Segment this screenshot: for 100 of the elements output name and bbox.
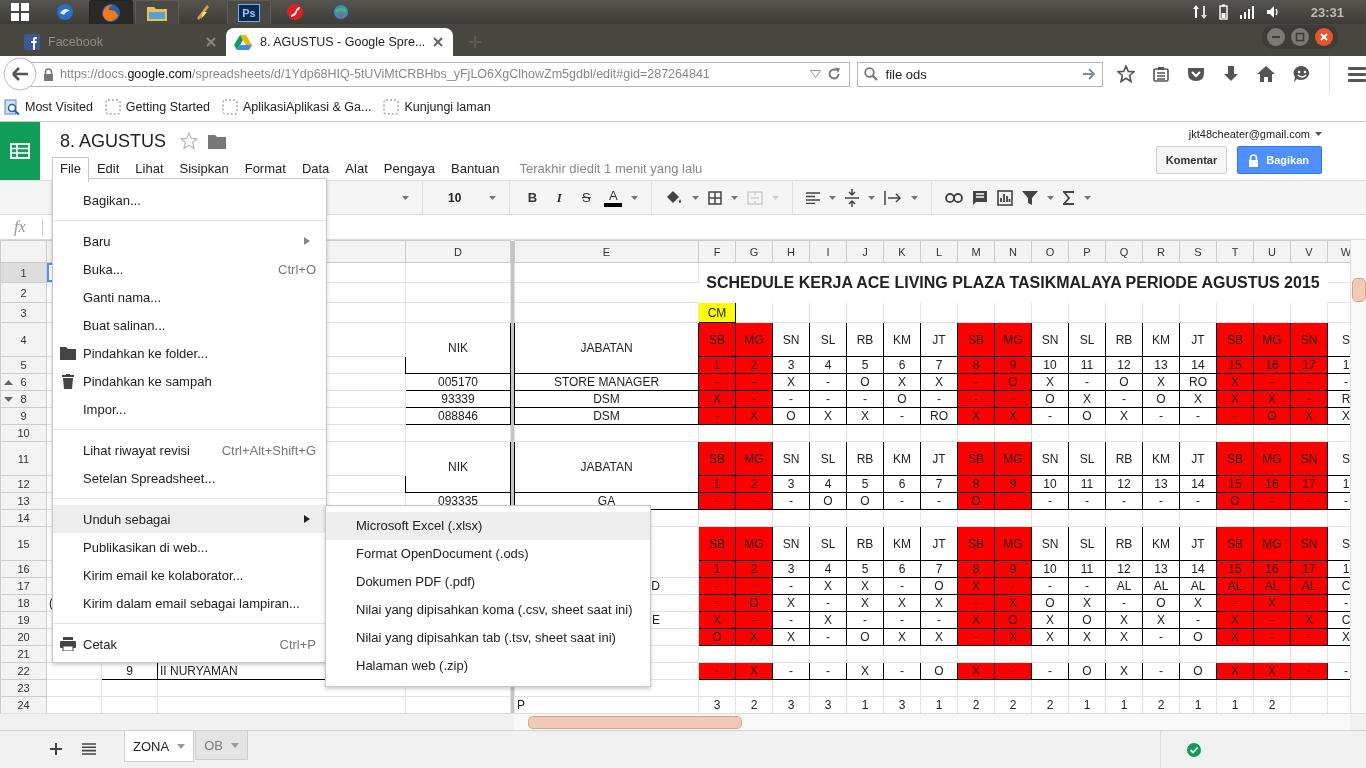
menu-bar-item[interactable]: Pengaya bbox=[375, 157, 444, 180]
document-title[interactable]: 8. AGUSTUS bbox=[60, 130, 167, 152]
menu-item[interactable]: Nilai yang dipisahkan tab (.tsv, sheet saat ini) bbox=[326, 624, 650, 652]
link-icon[interactable] bbox=[945, 192, 964, 203]
sheet-tab[interactable]: OB bbox=[195, 731, 248, 760]
column-header[interactable]: E bbox=[514, 240, 699, 263]
caret-icon[interactable] bbox=[177, 743, 186, 749]
column-header[interactable]: H bbox=[772, 240, 810, 263]
caret-icon[interactable] bbox=[911, 195, 919, 200]
menu-bar-item[interactable]: Sisipkan bbox=[171, 157, 237, 180]
menu-item[interactable]: Microsoft Excel (.xlsx) bbox=[326, 512, 650, 540]
folder-icon[interactable] bbox=[208, 133, 227, 149]
smiley-icon[interactable] bbox=[1293, 65, 1311, 83]
taskbar-button[interactable] bbox=[89, 0, 133, 24]
star-icon[interactable] bbox=[180, 132, 199, 150]
caret-icon[interactable] bbox=[631, 195, 639, 200]
menu-item[interactable]: Impor... bbox=[53, 395, 326, 423]
text-wrap-icon[interactable] bbox=[884, 190, 903, 205]
column-header[interactable]: M bbox=[957, 240, 995, 263]
menu-item[interactable]: Buka... Ctrl+O bbox=[53, 255, 326, 283]
menu-bar-item[interactable]: Data bbox=[293, 157, 338, 180]
browser-tab[interactable]: 8. AGUSTUS - Google Spre... bbox=[226, 28, 454, 56]
menu-bar-item[interactable]: Alat bbox=[337, 157, 376, 180]
column-header[interactable]: J bbox=[846, 240, 884, 263]
account-menu[interactable]: jkt48cheater@gmail.com bbox=[1188, 122, 1322, 140]
sheet-list-icon[interactable] bbox=[82, 743, 96, 755]
caret-icon[interactable] bbox=[1047, 195, 1055, 200]
column-header[interactable]: Q bbox=[1105, 240, 1143, 263]
sheets-logo[interactable] bbox=[0, 122, 40, 180]
menu-item[interactable]: Pindahkan ke folder... bbox=[53, 339, 326, 367]
paint-bucket-icon[interactable] bbox=[665, 189, 684, 206]
minimize-icon[interactable] bbox=[1266, 27, 1286, 47]
caret-icon[interactable] bbox=[692, 195, 700, 200]
column-header[interactable]: V bbox=[1290, 240, 1328, 263]
column-header[interactable]: U bbox=[1253, 240, 1291, 263]
column-header[interactable]: N bbox=[994, 240, 1032, 263]
menu-item[interactable]: Publikasikan di web... bbox=[53, 533, 326, 561]
row-header[interactable]: 1 bbox=[0, 262, 47, 283]
menu-item[interactable]: Bagikan... bbox=[53, 186, 326, 214]
menu-bar-item[interactable]: Format bbox=[236, 157, 294, 180]
add-sheet-icon[interactable] bbox=[50, 743, 62, 755]
menu-bar-item[interactable]: Lihat bbox=[127, 157, 172, 180]
caret-icon[interactable] bbox=[868, 195, 876, 200]
menu-icon[interactable] bbox=[1348, 66, 1366, 82]
chart-icon[interactable] bbox=[997, 189, 1014, 206]
column-header[interactable]: O bbox=[1031, 240, 1069, 263]
column-header[interactable]: L bbox=[920, 240, 958, 263]
column-header[interactable]: P bbox=[1068, 240, 1106, 263]
home-icon[interactable] bbox=[1257, 66, 1275, 82]
row-header[interactable]: 11 bbox=[0, 441, 47, 476]
menu-item[interactable]: Format OpenDocument (.ods) bbox=[326, 540, 650, 568]
filter-icon[interactable] bbox=[1022, 189, 1039, 206]
format-button[interactable]: S bbox=[577, 190, 596, 205]
menu-item[interactable]: Lihat riwayat revisi Ctrl+Alt+Shift+G bbox=[53, 436, 326, 464]
row-header[interactable]: 2 bbox=[0, 282, 47, 303]
collapse-arrow-icon[interactable] bbox=[4, 380, 13, 385]
row-header[interactable]: 15 bbox=[0, 526, 47, 561]
align-icon[interactable] bbox=[806, 191, 821, 204]
horizontal-scrollbar[interactable] bbox=[514, 714, 1350, 730]
signal-icon[interactable] bbox=[1238, 5, 1255, 19]
pocket-icon[interactable] bbox=[1187, 66, 1205, 82]
column-header[interactable]: D bbox=[405, 240, 511, 263]
reload-icon[interactable] bbox=[826, 67, 841, 81]
vertical-align-icon[interactable] bbox=[845, 188, 860, 207]
download-icon[interactable] bbox=[1223, 66, 1239, 82]
menu-item[interactable]: Pindahkan ke sampah bbox=[53, 367, 326, 395]
menu-bar-item[interactable]: Edit bbox=[88, 157, 128, 180]
menu-item[interactable]: Buat salinan... bbox=[53, 311, 326, 339]
column-header[interactable]: S bbox=[1179, 240, 1217, 263]
menu-item[interactable]: Halaman web (.zip) bbox=[326, 652, 650, 680]
start-icon[interactable] bbox=[11, 3, 29, 21]
bookmark[interactable]: AplikasiAplikasi & Ga... bbox=[221, 98, 372, 115]
close-icon[interactable] bbox=[1314, 27, 1334, 47]
sheet-tab[interactable]: ZONA bbox=[124, 731, 195, 762]
vertical-scrollbar[interactable] bbox=[1350, 240, 1366, 713]
dropdown-icon[interactable] bbox=[809, 70, 821, 78]
battery-icon[interactable] bbox=[1218, 4, 1228, 20]
scrollbar-thumb[interactable] bbox=[528, 716, 742, 729]
network-arrows-icon[interactable] bbox=[1191, 4, 1208, 20]
search-field[interactable]: file ods bbox=[856, 61, 1103, 87]
menu-item[interactable]: Ganti nama... bbox=[53, 283, 326, 311]
column-header[interactable]: F bbox=[698, 240, 736, 263]
taskbar-button[interactable]: Ps bbox=[227, 0, 271, 24]
last-edit-text[interactable]: Terakhir diedit 1 menit yang lalu bbox=[519, 161, 703, 180]
bookmark[interactable]: Most Visited bbox=[4, 98, 93, 115]
scrollbar-thumb[interactable] bbox=[1352, 278, 1366, 302]
column-header[interactable]: G bbox=[735, 240, 773, 263]
menu-item[interactable]: Cetak Ctrl+P bbox=[53, 630, 326, 658]
back-icon[interactable] bbox=[3, 57, 37, 91]
menu-item[interactable]: Dokumen PDF (.pdf) bbox=[326, 568, 650, 596]
caret-icon[interactable] bbox=[731, 195, 739, 200]
column-header[interactable]: K bbox=[883, 240, 921, 263]
borders-icon[interactable] bbox=[708, 190, 723, 205]
reading-list-icon[interactable] bbox=[1153, 66, 1169, 82]
expand-arrow-icon[interactable] bbox=[4, 397, 13, 402]
caret-icon[interactable] bbox=[1084, 195, 1092, 200]
comment-icon[interactable] bbox=[972, 189, 989, 206]
menu-item[interactable]: Setelan Spreadsheet... bbox=[53, 464, 326, 492]
font-size-dropdown[interactable]: 10 bbox=[436, 190, 497, 205]
column-header[interactable]: T bbox=[1216, 240, 1254, 263]
